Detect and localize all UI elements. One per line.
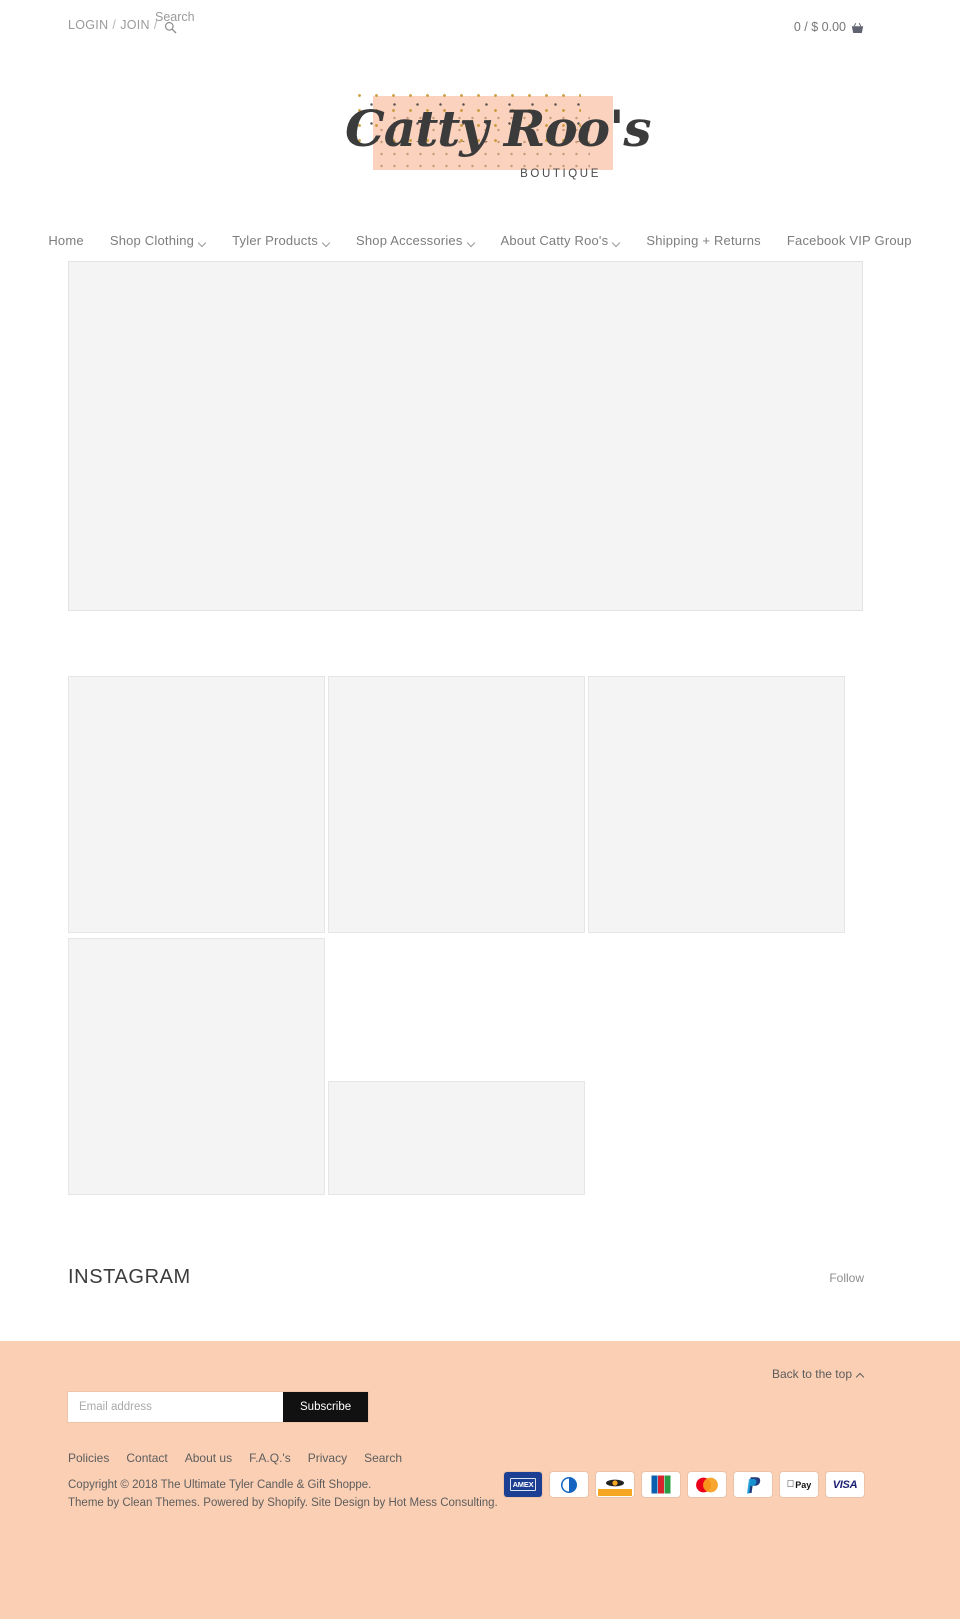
content-tile-4[interactable] (68, 938, 325, 1195)
email-input[interactable] (68, 1392, 283, 1422)
chevron-up-icon (857, 1372, 864, 1377)
mastercard-icon (688, 1472, 726, 1497)
amex-icon: AMEX (504, 1472, 542, 1497)
footer-links: Policies Contact About us F.A.Q.'s Priva… (68, 1451, 402, 1465)
copyright-line-1: Copyright © 2018 The Ultimate Tyler Cand… (68, 1479, 372, 1491)
subscribe-button[interactable]: Subscribe (283, 1392, 369, 1422)
payment-methods: AMEX Pay VISA (504, 1472, 864, 1497)
diners-club-icon (550, 1472, 588, 1497)
apple-pay-icon:  Pay (780, 1472, 818, 1497)
apple-glyph:  (787, 1479, 795, 1490)
copyright-block: Copyright © 2018 The Ultimate Tyler Cand… (68, 1476, 498, 1512)
amex-label: AMEX (509, 1478, 537, 1491)
footer-link-contact[interactable]: Contact (126, 1451, 167, 1465)
content-tile-5[interactable] (328, 1081, 585, 1195)
back-to-top-link[interactable]: Back to the top (772, 1367, 864, 1381)
content-tile-2[interactable] (328, 676, 585, 933)
footer-link-policies[interactable]: Policies (68, 1451, 109, 1465)
copyright-line-2: Theme by Clean Themes. Powered by Shopif… (68, 1497, 498, 1509)
apple-pay-label: Pay (791, 1479, 811, 1490)
content-tile-3[interactable] (588, 676, 845, 933)
content-tile-1[interactable] (68, 676, 325, 933)
discover-icon (596, 1472, 634, 1497)
instagram-heading: INSTAGRAM (68, 1266, 191, 1288)
storefront-page: LOGIN / JOIN / 0 / $ 0.00 (0, 0, 960, 1619)
paypal-icon (734, 1472, 772, 1497)
visa-icon: VISA (826, 1472, 864, 1497)
back-to-top-label: Back to the top (771, 1367, 852, 1381)
footer-link-privacy[interactable]: Privacy (308, 1451, 347, 1465)
footer-link-faq[interactable]: F.A.Q.'s (249, 1451, 291, 1465)
site-footer: Back to the top Subscribe Policies Conta… (0, 1341, 960, 1619)
footer-link-about-us[interactable]: About us (185, 1451, 232, 1465)
visa-label: VISA (832, 1478, 858, 1491)
jcb-icon (642, 1472, 680, 1497)
footer-link-search[interactable]: Search (364, 1451, 402, 1465)
instagram-follow-link[interactable]: Follow (829, 1271, 864, 1285)
newsletter-signup-form: Subscribe (68, 1392, 369, 1422)
